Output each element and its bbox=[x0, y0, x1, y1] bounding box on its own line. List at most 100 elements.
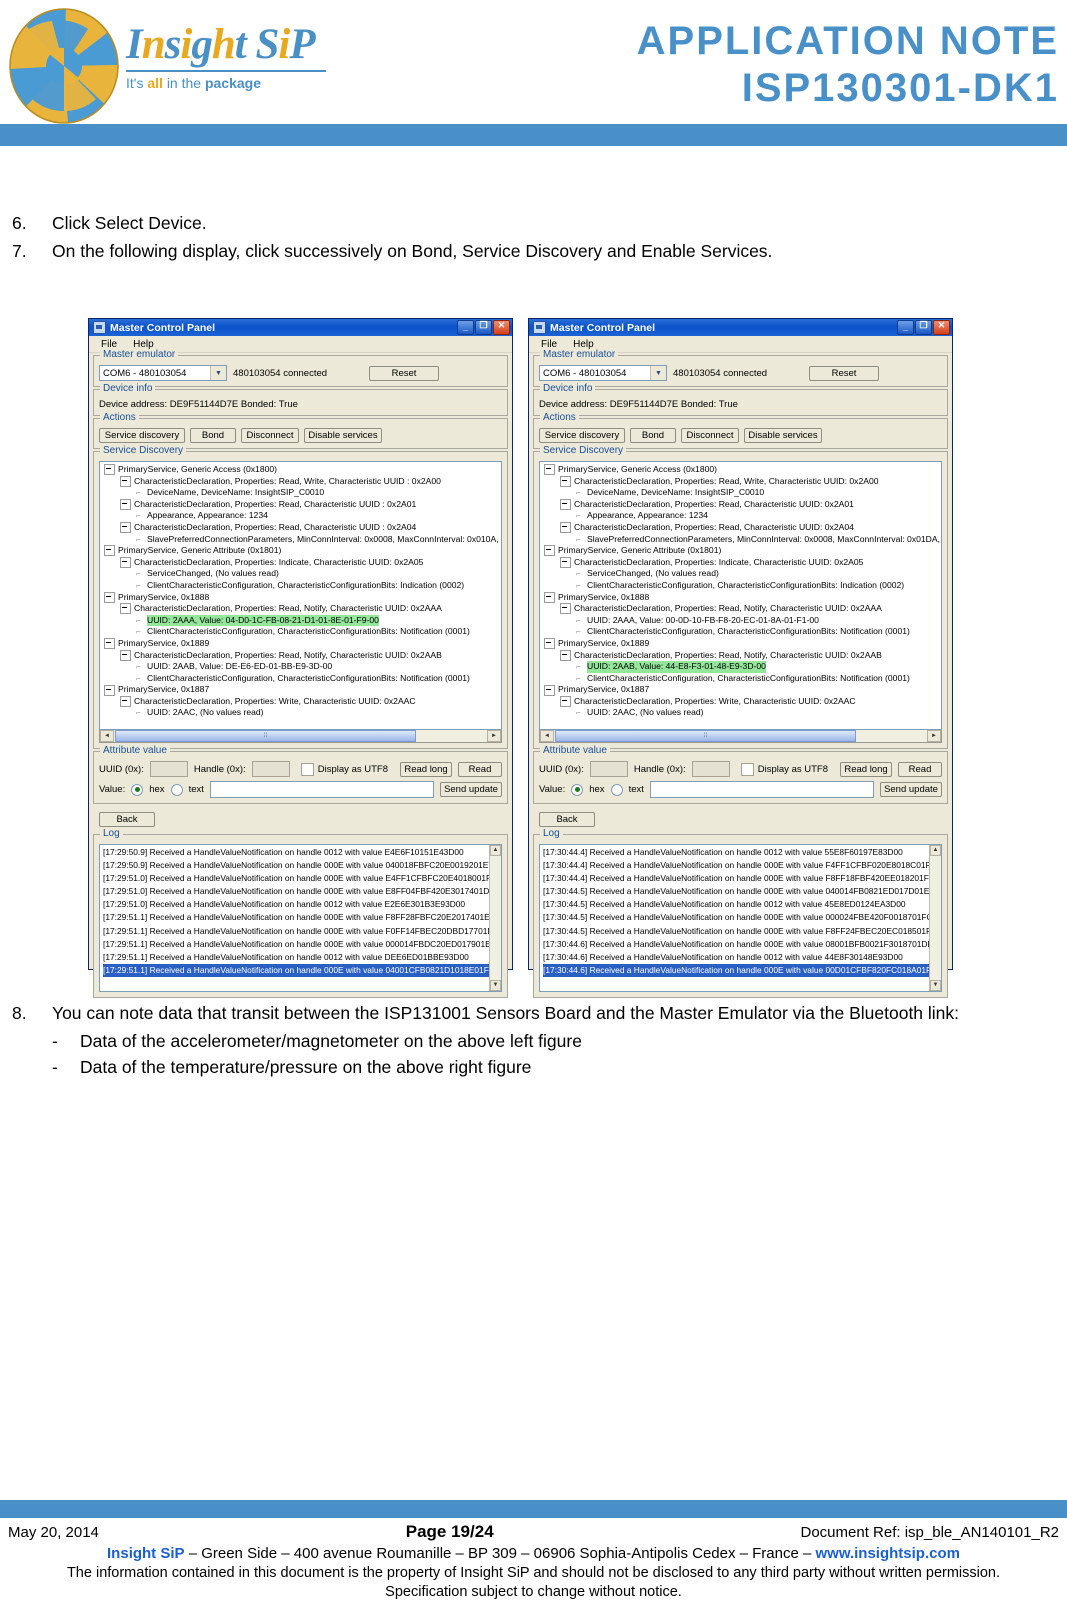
tree-node[interactable]: ⌐ Appearance, Appearance: 1234 bbox=[542, 510, 941, 522]
tree-node[interactable]: PrimaryService, 0x1888 bbox=[102, 592, 501, 604]
tree-node[interactable]: CharacteristicDeclaration, Properties: W… bbox=[102, 696, 501, 708]
tree-expander-icon[interactable] bbox=[560, 475, 571, 487]
log-line[interactable]: [17:29:51.1] Received a HandleValueNotif… bbox=[103, 911, 501, 924]
tree-node[interactable]: PrimaryService, 0x1887 bbox=[542, 684, 941, 696]
tree-expander-icon[interactable] bbox=[104, 464, 115, 476]
tree-node[interactable]: ⌐ ClientCharacteristicConfiguration, Char… bbox=[102, 626, 501, 638]
tree-expander-icon[interactable] bbox=[544, 638, 555, 650]
tree-expander-icon[interactable] bbox=[544, 684, 555, 696]
tree-expander-icon[interactable] bbox=[560, 557, 571, 569]
tree-node[interactable]: ⌐ DeviceName, DeviceName: InsightSIP_C001… bbox=[102, 487, 501, 499]
tree-expander-icon[interactable] bbox=[120, 696, 131, 708]
scroll-up-icon[interactable]: ▲ bbox=[490, 845, 501, 856]
tree-expander-icon[interactable] bbox=[544, 591, 555, 603]
com-port-select[interactable]: COM6 - 480103054 ▼ bbox=[99, 365, 227, 381]
read-long-button[interactable]: Read long bbox=[400, 761, 452, 777]
tree-expander-icon[interactable] bbox=[120, 522, 131, 534]
tree-node[interactable]: ⌐ Appearance, Appearance: 1234 bbox=[102, 510, 501, 522]
tree-node[interactable]: ⌐ ClientCharacteristicConfiguration, Char… bbox=[542, 673, 941, 685]
handle-input[interactable] bbox=[691, 761, 730, 777]
tree-node[interactable]: ⌐ ServiceChanged, (No values read) bbox=[102, 568, 501, 580]
tree-node[interactable]: ⌐ UUID: 2AAB, Value: DE-E6-ED-01-BB-E9-3D… bbox=[102, 661, 501, 673]
log-line[interactable]: [17:29:51.1] Received a HandleValueNotif… bbox=[103, 938, 501, 951]
minimize-button[interactable]: _ bbox=[457, 320, 474, 335]
tree-expander-icon[interactable] bbox=[560, 499, 571, 511]
log-line[interactable]: [17:30:44.6] Received a HandleValueNotif… bbox=[543, 951, 941, 964]
send-update-button[interactable]: Send update bbox=[440, 782, 502, 797]
log-list-left[interactable]: [17:29:50.9] Received a HandleValueNotif… bbox=[99, 844, 502, 992]
scroll-right-icon[interactable]: ► bbox=[487, 730, 501, 742]
tree-node[interactable]: CharacteristicDeclaration, Properties: R… bbox=[542, 603, 941, 615]
tree-expander-icon[interactable] bbox=[544, 545, 555, 557]
tree-node[interactable]: ⌐ ClientCharacteristicConfiguration, Char… bbox=[102, 673, 501, 685]
service-discovery-tree-right[interactable]: PrimaryService, Generic Access (0x1800) C… bbox=[539, 461, 942, 730]
tree-node[interactable]: CharacteristicDeclaration, Properties: R… bbox=[102, 650, 501, 662]
handle-input[interactable] bbox=[251, 761, 290, 777]
log-line[interactable]: [17:30:44.5] Received a HandleValueNotif… bbox=[543, 885, 941, 898]
log-line[interactable]: [17:30:44.4] Received a HandleValueNotif… bbox=[543, 846, 941, 859]
tree-node[interactable]: ⌐ ClientCharacteristicConfiguration, Char… bbox=[102, 580, 501, 592]
tree-node[interactable]: ⌐ ClientCharacteristicConfiguration, Char… bbox=[542, 580, 941, 592]
minimize-button[interactable]: _ bbox=[897, 320, 914, 335]
tree-expander-icon[interactable] bbox=[544, 464, 555, 476]
tree-expander-icon[interactable] bbox=[104, 591, 115, 603]
read-button[interactable]: Read bbox=[898, 761, 942, 777]
log-line[interactable]: [17:29:51.0] Received a HandleValueNotif… bbox=[103, 898, 501, 911]
tree-node[interactable]: ⌐ UUID: 2AAB, Value: 44-E8-F3-01-48-E9-3D… bbox=[542, 661, 941, 673]
log-line[interactable]: [17:30:44.5] Received a HandleValueNotif… bbox=[543, 925, 941, 938]
disable-services-button[interactable]: Disable services bbox=[304, 428, 382, 443]
tree-node[interactable]: ⌐ ServiceChanged, (No values read) bbox=[542, 568, 941, 580]
tree-node[interactable]: CharacteristicDeclaration, Properties: R… bbox=[542, 499, 941, 511]
tree-expander-icon[interactable] bbox=[560, 649, 571, 661]
window-buttons-right[interactable]: _ ❐ ✕ bbox=[897, 320, 950, 335]
titlebar-right[interactable]: Master Control Panel _ ❐ ✕ bbox=[529, 319, 952, 336]
maximize-button[interactable]: ❐ bbox=[475, 320, 492, 335]
tree-expander-icon[interactable] bbox=[120, 557, 131, 569]
disconnect-button[interactable]: Disconnect bbox=[681, 428, 739, 443]
chevron-down-icon[interactable]: ▼ bbox=[210, 366, 226, 380]
tree-node[interactable]: CharacteristicDeclaration, Properties: W… bbox=[542, 696, 941, 708]
log-vertical-scrollbar-right[interactable]: ▲ ▼ bbox=[929, 845, 941, 991]
tree-expander-icon[interactable] bbox=[104, 684, 115, 696]
display-utf8-checkbox[interactable] bbox=[740, 762, 754, 776]
text-radio[interactable] bbox=[610, 783, 623, 796]
tree-expander-icon[interactable] bbox=[560, 603, 571, 615]
bond-button[interactable]: Bond bbox=[190, 428, 236, 443]
scroll-down-icon[interactable]: ▼ bbox=[490, 980, 501, 991]
hex-radio[interactable] bbox=[571, 783, 584, 796]
log-line[interactable]: [17:29:51.0] Received a HandleValueNotif… bbox=[103, 885, 501, 898]
scroll-left-icon[interactable]: ◄ bbox=[540, 730, 554, 742]
menu-item-file[interactable]: File bbox=[101, 339, 117, 350]
log-line[interactable]: [17:30:44.6] Received a HandleValueNotif… bbox=[543, 963, 941, 977]
value-input[interactable] bbox=[649, 781, 874, 798]
tree-node[interactable]: CharacteristicDeclaration, Properties: I… bbox=[542, 557, 941, 569]
menu-item-file[interactable]: File bbox=[541, 339, 557, 350]
tree-node[interactable]: PrimaryService, Generic Attribute (0x180… bbox=[102, 545, 501, 557]
menu-item-help[interactable]: Help bbox=[573, 339, 594, 350]
tree-node[interactable]: ⌐ DeviceName, DeviceName: InsightSIP_C001… bbox=[542, 487, 941, 499]
scroll-thumb[interactable]: ⁞⁞ bbox=[115, 730, 416, 742]
tree-node[interactable]: CharacteristicDeclaration, Properties: I… bbox=[102, 557, 501, 569]
log-line[interactable]: [17:29:50.9] Received a HandleValueNotif… bbox=[103, 859, 501, 872]
tree-node[interactable]: CharacteristicDeclaration, Properties: R… bbox=[102, 522, 501, 534]
scroll-thumb[interactable]: ⁞⁞ bbox=[555, 730, 856, 742]
tree-node[interactable]: CharacteristicDeclaration, Properties: R… bbox=[542, 522, 941, 534]
uuid-input[interactable] bbox=[589, 761, 628, 777]
log-line[interactable]: [17:29:51.1] Received a HandleValueNotif… bbox=[103, 951, 501, 964]
tree-node[interactable]: PrimaryService, 0x1889 bbox=[102, 638, 501, 650]
menu-item-help[interactable]: Help bbox=[133, 339, 154, 350]
tree-node[interactable]: ⌐ UUID: 2AAA, Value: 04-D0-1C-FB-08-21-D1… bbox=[102, 614, 501, 627]
log-line[interactable]: [17:29:51.0] Received a HandleValueNotif… bbox=[103, 872, 501, 885]
com-port-select[interactable]: COM6 - 480103054 ▼ bbox=[539, 365, 667, 381]
tree-node[interactable]: CharacteristicDeclaration, Properties: R… bbox=[542, 476, 941, 488]
send-update-button[interactable]: Send update bbox=[880, 782, 942, 797]
bond-button[interactable]: Bond bbox=[630, 428, 676, 443]
tree-node[interactable]: PrimaryService, Generic Attribute (0x180… bbox=[542, 545, 941, 557]
read-long-button[interactable]: Read long bbox=[840, 761, 892, 777]
tree-node[interactable]: ⌐ SlavePreferredConnectionParameters, Min… bbox=[542, 534, 941, 546]
disable-services-button[interactable]: Disable services bbox=[744, 428, 822, 443]
tree-expander-icon[interactable] bbox=[560, 696, 571, 708]
tree-node[interactable]: CharacteristicDeclaration, Properties: R… bbox=[542, 650, 941, 662]
back-button[interactable]: Back bbox=[539, 812, 595, 827]
tree-expander-icon[interactable] bbox=[120, 649, 131, 661]
